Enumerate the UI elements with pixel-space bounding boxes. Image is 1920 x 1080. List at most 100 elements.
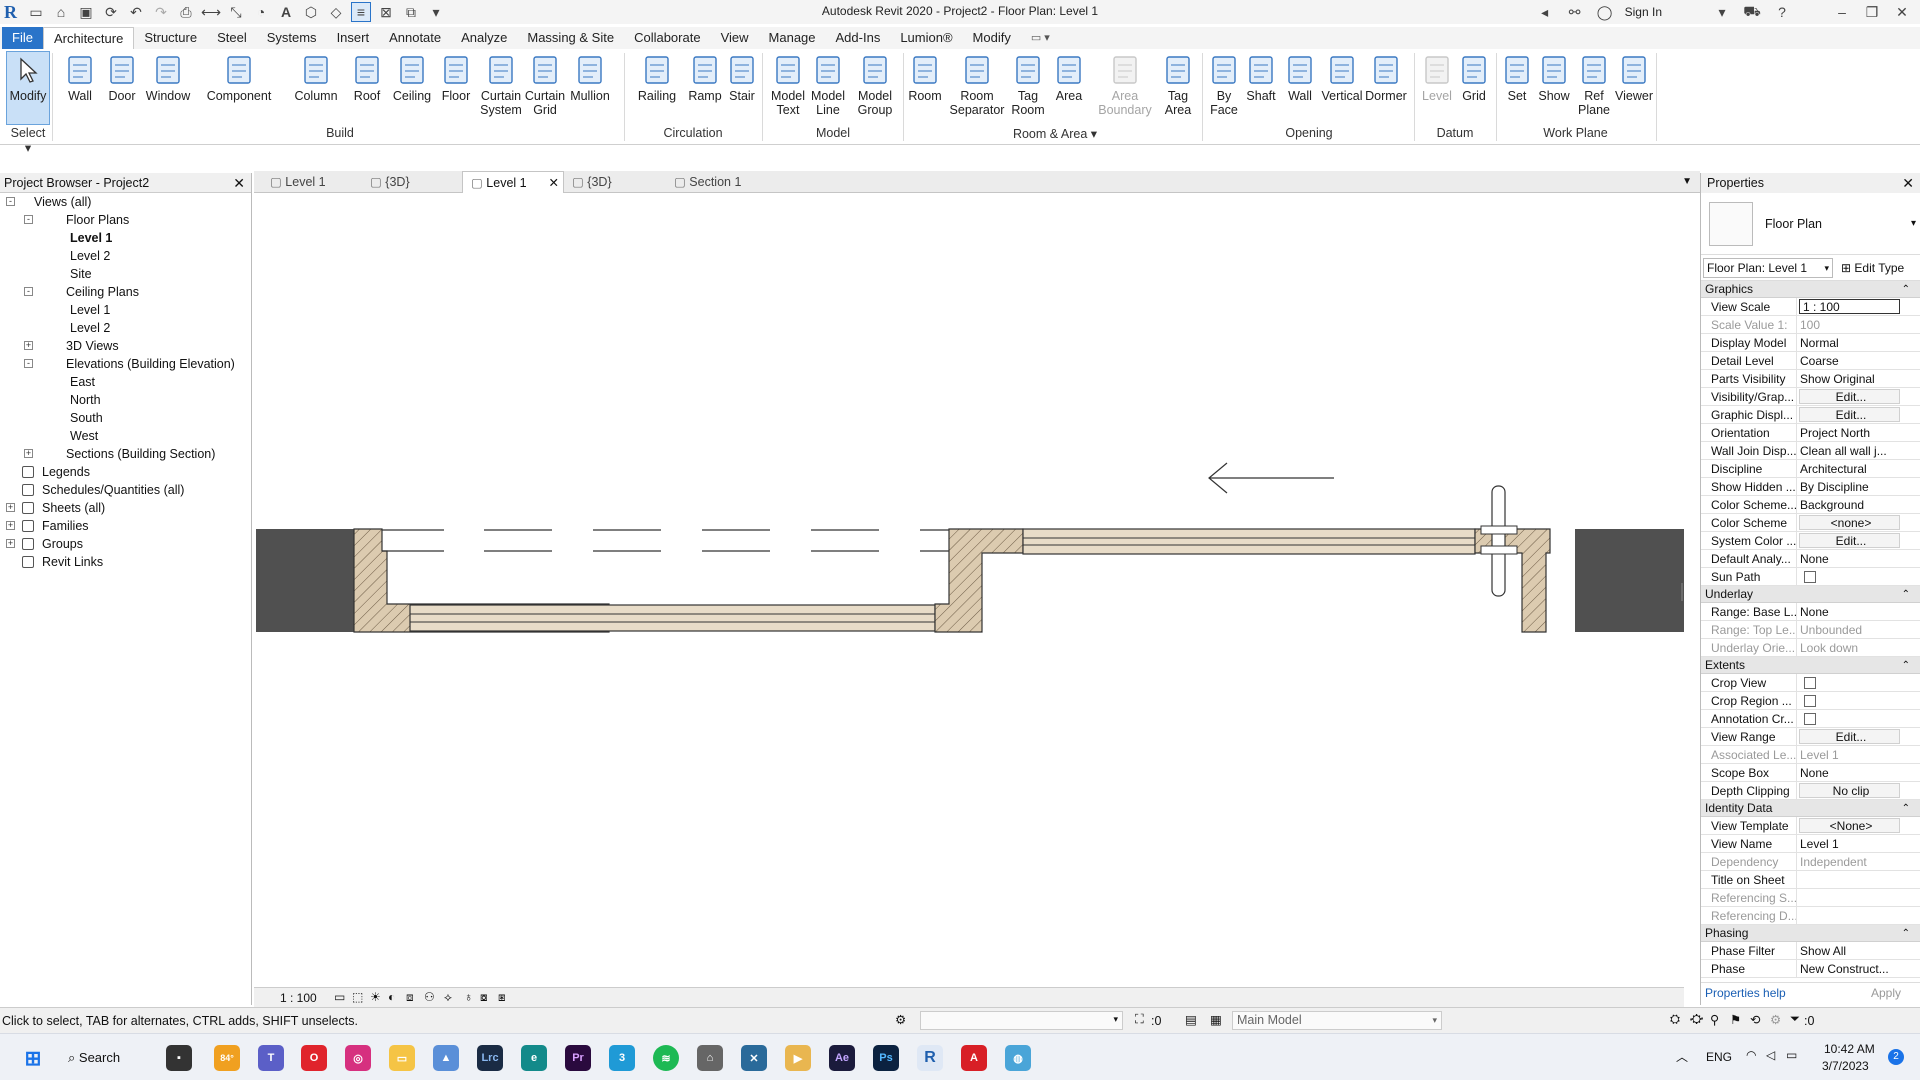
clock-date[interactable]: 3/7/2023	[1822, 1059, 1869, 1073]
edge-icon[interactable]: e	[521, 1045, 547, 1071]
expand-icon[interactable]: +	[24, 341, 33, 350]
background-process-icon[interactable]: ⚙	[1770, 1012, 1781, 1027]
tab-insert[interactable]: Insert	[327, 27, 380, 49]
measure-icon[interactable]: ⟷	[201, 2, 221, 22]
revit-taskbar-icon[interactable]: R	[917, 1045, 943, 1071]
group-extents[interactable]: Extents ⌃	[1701, 657, 1920, 674]
tree-item-west[interactable]: West	[0, 427, 251, 445]
property-value[interactable]: Edit...	[1799, 533, 1900, 548]
customize-icon[interactable]: ▾	[426, 2, 446, 22]
design-options-icon[interactable]: ▤	[1185, 1012, 1197, 1027]
by-face-button[interactable]: By Face	[1206, 52, 1242, 117]
instagram-icon[interactable]: ◎	[345, 1045, 371, 1071]
grid-button[interactable]: Grid	[1456, 52, 1492, 103]
teams-icon[interactable]: T	[258, 1045, 284, 1071]
property-checkbox[interactable]	[1804, 695, 1816, 707]
edit-type-button[interactable]: ⊞ Edit Type	[1841, 261, 1904, 275]
drawing-canvas[interactable]	[254, 193, 1684, 987]
view-tab-3d[interactable]: ▢ {3D}	[564, 171, 664, 193]
tree-item-views-all[interactable]: - Views (all)	[0, 193, 251, 211]
right-frame[interactable]	[1474, 528, 1551, 633]
app-tools-icon[interactable]: ✕	[741, 1045, 767, 1071]
sign-in-link[interactable]: Sign In	[1625, 5, 1662, 19]
lightroom-classic-icon[interactable]: Lrc	[477, 1045, 503, 1071]
globe-app-icon[interactable]: ◍	[1005, 1045, 1031, 1071]
shaft-button[interactable]: Shaft	[1242, 52, 1280, 103]
wall-button[interactable]: Wall	[60, 52, 100, 103]
expand-icon[interactable]: +	[6, 503, 15, 512]
open-icon[interactable]: ▭	[26, 2, 46, 22]
viewer-button[interactable]: Viewer	[1614, 52, 1654, 103]
property-value[interactable]: None	[1797, 764, 1920, 781]
view-tab-section-1[interactable]: ▢ Section 1	[666, 171, 786, 193]
room-button[interactable]: Room	[906, 52, 944, 103]
property-value[interactable]: Normal	[1797, 334, 1920, 351]
lock-icon[interactable]: ♁	[464, 990, 473, 1004]
sync-icon[interactable]: ⟳	[101, 2, 121, 22]
mullion-button[interactable]: Mullion	[566, 52, 614, 103]
3d-view-icon[interactable]: ⬡	[301, 2, 321, 22]
curtain-system-button[interactable]: Curtain System	[480, 52, 522, 117]
type-selector[interactable]: Floor Plan ▾	[1701, 193, 1920, 255]
constraints-icon[interactable]: ⧆	[498, 990, 506, 1005]
tree-item-families[interactable]: + Families	[0, 517, 251, 535]
shadows-icon[interactable]: ◐	[388, 990, 395, 1004]
property-value[interactable]: By Discipline	[1797, 478, 1920, 495]
restore-icon[interactable]: ❐	[1862, 2, 1882, 22]
tab-systems[interactable]: Systems	[257, 27, 327, 49]
tab-manage[interactable]: Manage	[759, 27, 826, 49]
wifi-icon[interactable]: ◠	[1746, 1048, 1756, 1062]
property-checkbox[interactable]	[1804, 571, 1816, 583]
tab-collaborate[interactable]: Collaborate	[624, 27, 711, 49]
tray-chevron-icon[interactable]: ︿	[1676, 1048, 1688, 1065]
stair-button[interactable]: Stair	[724, 52, 760, 103]
apply-button[interactable]: Apply	[1871, 986, 1901, 1000]
property-value[interactable]: Level 1	[1797, 835, 1920, 852]
ref-plane-button[interactable]: Ref Plane	[1574, 52, 1614, 117]
tab-steel[interactable]: Steel	[207, 27, 257, 49]
show-button[interactable]: Show	[1536, 52, 1572, 103]
photoshop-icon[interactable]: Ps	[873, 1045, 899, 1071]
view-tab-level-1[interactable]: ▢ Level 1	[262, 171, 362, 193]
dormer-button[interactable]: Dormer	[1364, 52, 1408, 103]
chevron-down-icon[interactable]: ▾	[1911, 218, 1916, 229]
windows-start-icon[interactable]: ⊞	[20, 1045, 46, 1071]
link-select-icon[interactable]: ⛭	[1670, 1012, 1680, 1027]
tree-item-south[interactable]: South	[0, 409, 251, 427]
volume-icon[interactable]: ◁	[1766, 1048, 1775, 1062]
level-button[interactable]: Level	[1418, 52, 1456, 103]
column-button[interactable]: Column	[288, 52, 344, 103]
taskbar-search[interactable]: ⌕ Search	[68, 1046, 120, 1070]
property-value[interactable]: No clip	[1799, 783, 1900, 798]
tree-item-site[interactable]: Site	[0, 265, 251, 283]
open-folder-icon[interactable]: ⌂	[51, 2, 71, 22]
tab-lumion[interactable]: Lumion®	[890, 27, 962, 49]
panel-label-room-area[interactable]: Room & Area ▾	[905, 126, 1205, 141]
close-icon[interactable]: ✕	[1892, 2, 1912, 22]
dimension-icon[interactable]: ⤡	[226, 2, 246, 22]
property-value[interactable]: Coarse	[1797, 352, 1920, 369]
notification-badge[interactable]: 2	[1888, 1049, 1904, 1065]
tree-item-north[interactable]: North	[0, 391, 251, 409]
wall-right[interactable]	[1575, 529, 1684, 632]
close-icon[interactable]: ✕	[233, 173, 245, 193]
section-icon[interactable]: ◇	[326, 2, 346, 22]
railing-button[interactable]: Railing	[632, 52, 682, 103]
component-button[interactable]: Component	[196, 52, 282, 103]
spotify-icon[interactable]: ≋	[653, 1045, 679, 1071]
window-bottom[interactable]	[409, 604, 936, 632]
file-explorer-icon[interactable]: ▭	[389, 1045, 415, 1071]
editable-only-icon[interactable]: ⛶	[1135, 1012, 1144, 1027]
wall-button[interactable]: Wall	[1282, 52, 1318, 103]
property-checkbox[interactable]	[1804, 713, 1816, 725]
network-app-icon[interactable]: ⌂	[697, 1045, 723, 1071]
set-button[interactable]: Set	[1500, 52, 1534, 103]
floor-button[interactable]: Floor	[436, 52, 476, 103]
cart-icon[interactable]: ⛟	[1742, 2, 1762, 22]
face-select-icon[interactable]: ⚑	[1730, 1012, 1741, 1027]
opera-icon[interactable]: O	[301, 1045, 327, 1071]
premiere-icon[interactable]: Pr	[565, 1045, 591, 1071]
instance-filter[interactable]: Floor Plan: Level 1 ▾	[1703, 257, 1833, 278]
property-value[interactable]: Project North	[1797, 424, 1920, 441]
expand-icon[interactable]: +	[6, 521, 15, 530]
